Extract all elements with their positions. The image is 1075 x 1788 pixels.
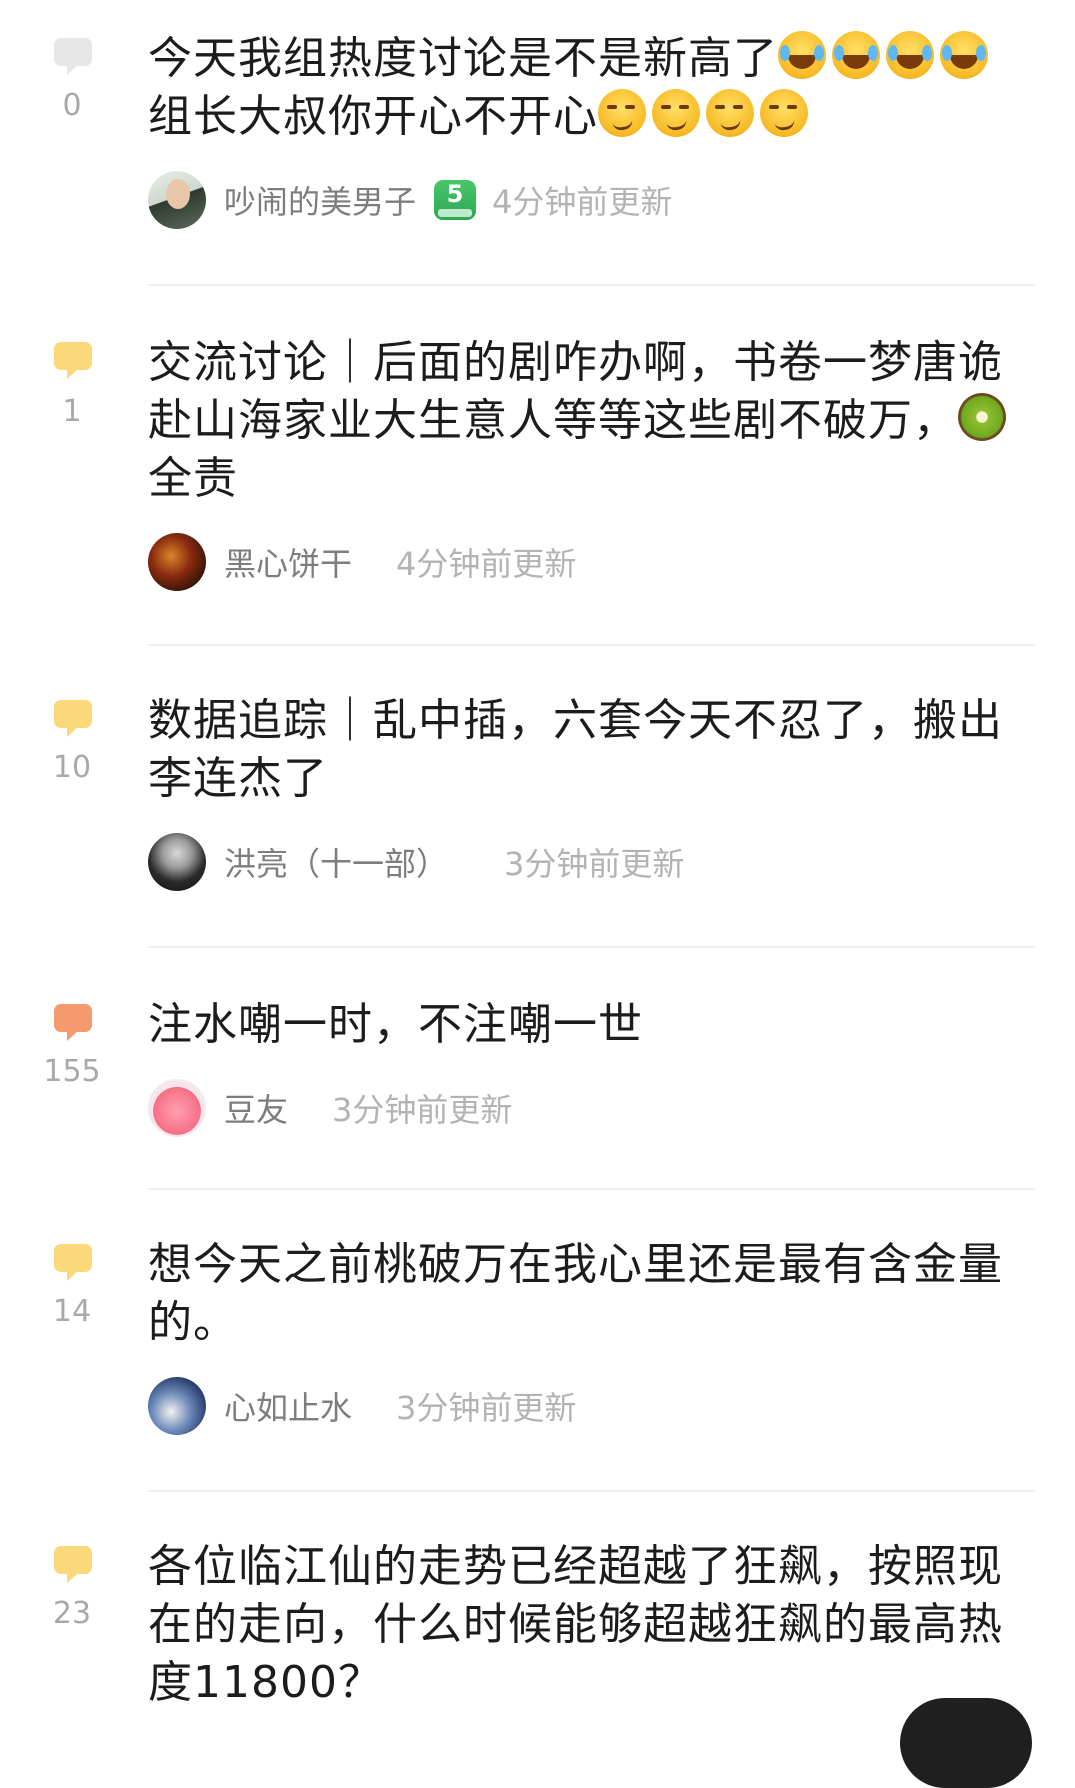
smirk-emoji-icon <box>760 89 808 137</box>
list-item[interactable]: 1 交流讨论｜后面的剧咋办啊，书卷一梦唐诡赴山海家业大生意人等等这些剧不破万，全… <box>0 286 1075 646</box>
list-item[interactable]: 10 数据追踪｜乱中插，六套今天不忍了，搬出李连杰了 洪亮（十一部） 3分钟前更… <box>0 646 1075 948</box>
author-name[interactable]: 洪亮（十一部） <box>224 839 448 885</box>
post-meta: 黑心饼干 4分钟前更新 <box>148 532 1015 592</box>
reply-count: 10 <box>52 750 92 785</box>
smirk-emoji-icon <box>598 89 646 137</box>
comment-bubble-icon <box>54 700 92 737</box>
author-name[interactable]: 吵闹的美男子 <box>224 177 416 223</box>
avatar[interactable] <box>148 171 206 229</box>
update-time: 3分钟前更新 <box>332 1091 513 1129</box>
post-title[interactable]: 想今天之前桃破万在我心里还是最有含金量的。 <box>148 1236 1015 1352</box>
post-meta: 心如止水 3分钟前更新 <box>148 1376 1015 1436</box>
level-badge: 5 <box>434 180 477 220</box>
post-title[interactable]: 数据追踪｜乱中插，六套今天不忍了，搬出李连杰了 <box>148 692 1015 808</box>
list-item[interactable]: 0 今天我组热度讨论是不是新高了 组长大叔你开心不开心 吵闹的美男子 5 4分钟前… <box>0 0 1075 286</box>
update-time: 3分钟前更新 <box>396 1389 577 1427</box>
update-time: 3分钟前更新 <box>504 845 685 883</box>
kiwi-emoji-icon <box>958 393 1006 441</box>
post-meta: 豆友 3分钟前更新 <box>148 1078 1015 1138</box>
avatar[interactable] <box>148 833 206 891</box>
smirk-emoji-icon <box>652 89 700 137</box>
reply-count: 14 <box>52 1294 92 1329</box>
discussion-list: 0 今天我组热度讨论是不是新高了 组长大叔你开心不开心 吵闹的美男子 5 4分钟前… <box>0 0 1075 1732</box>
laugh-emoji-icon <box>778 31 826 79</box>
reply-count: 23 <box>52 1596 92 1631</box>
post-meta: 吵闹的美男子 5 4分钟前更新 <box>148 170 1015 230</box>
comment-bubble-icon <box>54 342 92 379</box>
comment-bubble-icon <box>54 1546 92 1583</box>
reply-count: 1 <box>62 394 82 429</box>
update-time: 4分钟前更新 <box>492 183 673 221</box>
reply-count: 0 <box>62 88 82 123</box>
author-name[interactable]: 豆友 <box>224 1085 288 1131</box>
post-meta: 洪亮（十一部） 3分钟前更新 <box>148 832 1015 892</box>
post-title[interactable]: 交流讨论｜后面的剧咋办啊，书卷一梦唐诡赴山海家业大生意人等等这些剧不破万， 全责 <box>148 334 1015 508</box>
author-name[interactable]: 心如止水 <box>224 1383 352 1429</box>
list-item[interactable]: 155 注水嘲一时，不注嘲一世 豆友 3分钟前更新 <box>0 948 1075 1190</box>
avatar[interactable] <box>148 1377 206 1435</box>
list-item[interactable]: 23 各位临江仙的走势已经超越了狂飙，按照现在的走向，什么时候能够超越狂飙的最高… <box>0 1492 1075 1732</box>
post-title[interactable]: 今天我组热度讨论是不是新高了 组长大叔你开心不开心 <box>148 30 1015 146</box>
comment-bubble-icon <box>54 1244 92 1281</box>
laugh-emoji-icon <box>940 31 988 79</box>
post-title[interactable]: 注水嘲一时，不注嘲一世 <box>148 996 1015 1054</box>
post-title[interactable]: 各位临江仙的走势已经超越了狂飙，按照现在的走向，什么时候能够超越狂飙的最高热度1… <box>148 1538 1015 1712</box>
avatar[interactable] <box>148 1079 206 1137</box>
list-item[interactable]: 14 想今天之前桃破万在我心里还是最有含金量的。 心如止水 3分钟前更新 <box>0 1190 1075 1492</box>
comment-bubble-icon <box>54 38 92 75</box>
author-name[interactable]: 黑心饼干 <box>224 539 352 585</box>
laugh-emoji-icon <box>886 31 934 79</box>
reply-count: 155 <box>43 1054 101 1089</box>
floating-action-button[interactable] <box>900 1698 1032 1788</box>
update-time: 4分钟前更新 <box>396 545 577 583</box>
comment-bubble-icon <box>54 1004 92 1041</box>
smirk-emoji-icon <box>706 89 754 137</box>
laugh-emoji-icon <box>832 31 880 79</box>
avatar[interactable] <box>148 533 206 591</box>
